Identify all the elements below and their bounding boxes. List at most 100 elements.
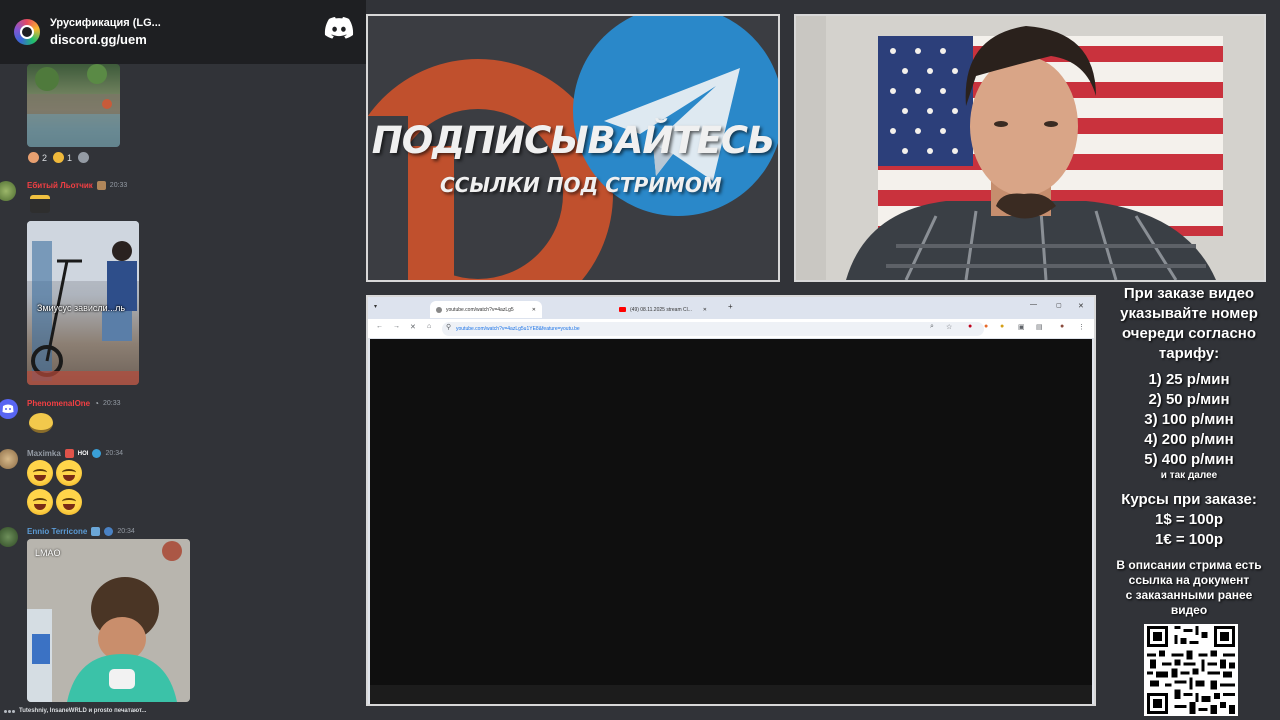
message-time: 20:33 <box>109 182 128 189</box>
close-window-icon[interactable]: ✕ <box>1078 302 1084 310</box>
server-icon[interactable] <box>14 19 40 45</box>
reaction-laugh[interactable]: 1 <box>53 152 72 163</box>
maximize-icon[interactable]: ▢ <box>1056 302 1062 309</box>
stop-loading-icon[interactable]: ✕ <box>410 323 416 331</box>
close-tab-icon[interactable]: ✕ <box>532 307 536 313</box>
info-desc-line: с заказанными ранее <box>1125 588 1253 602</box>
close-tab-icon[interactable]: ✕ <box>703 307 707 313</box>
chat-header: Урусификация (LG... discord.gg/uem <box>0 0 366 64</box>
extensions-puzzle-icon[interactable]: ▣ <box>1018 323 1025 331</box>
rate-line: 5) 400 р/мин <box>1144 451 1234 468</box>
info-heading-line: указывайте номер <box>1120 305 1258 322</box>
qr-code-icon <box>1144 624 1238 716</box>
gif-label: LMAO <box>35 548 61 558</box>
info-desc-line: видео <box>1170 603 1208 617</box>
server-name: Урусификация (LG... <box>50 16 161 29</box>
message-header: Ennio Terricone 20:34 <box>27 527 135 536</box>
fx-line: 1$ = 100р <box>1155 511 1223 528</box>
rate-etc: и так далее <box>1160 470 1218 481</box>
stream-layout: Урусификация (LG... discord.gg/uem 2 1 Е… <box>0 0 1280 720</box>
new-tab-icon[interactable]: + <box>728 302 733 311</box>
laughing-emoji-icon <box>27 489 53 515</box>
username[interactable]: PhenomenalOne <box>27 399 90 408</box>
sticker-emoji-icon <box>29 413 53 433</box>
status-strip <box>370 685 1092 704</box>
typing-indicator: Tuteshniy, InsaneWRLD и prosto печатают.… <box>4 708 146 714</box>
username[interactable]: Ебитый Льотчик <box>27 181 93 190</box>
back-icon[interactable]: ← <box>376 323 383 330</box>
info-heading-line: очереди согласно <box>1121 325 1257 342</box>
message-image-scooter[interactable]: Змиусус зависли...ль <box>27 221 139 385</box>
browser-window: ▾ youtube.com/watch?v=4azLg5 ✕ (49) 08.1… <box>366 295 1096 706</box>
message-time: 20:34 <box>117 528 135 535</box>
user-tag: HOI <box>77 450 89 457</box>
youtube-favicon-icon <box>619 307 626 312</box>
role-badge-icon <box>64 449 74 458</box>
loading-icon: ◔ <box>94 399 99 408</box>
info-heading-line: При заказе видео <box>1123 285 1255 302</box>
address-bar[interactable]: youtube.com/watch?v=4azLg5u1YE8&feature=… <box>442 322 984 336</box>
add-reaction-icon <box>78 152 90 163</box>
fx-line: 1€ = 100р <box>1155 531 1223 548</box>
tab-search-icon[interactable]: ▾ <box>374 303 377 310</box>
menu-kebab-icon[interactable]: ⋮ <box>1078 323 1085 331</box>
home-icon[interactable]: ⌂ <box>427 323 431 330</box>
role-badge-icon <box>96 181 106 190</box>
reaction-face[interactable]: 2 <box>28 152 47 163</box>
minimize-icon[interactable]: — <box>1030 301 1037 308</box>
nitro-badge-icon <box>104 527 114 536</box>
username[interactable]: Maximka <box>27 449 61 458</box>
fx-heading: Курсы при заказе: <box>1121 491 1257 508</box>
tab-youtube-stream[interactable]: (49) 08.11.2025 stream Cl... ✕ <box>613 301 713 318</box>
ublock-extension-icon[interactable]: ● <box>968 323 972 330</box>
avatar[interactable] <box>0 181 16 201</box>
promo-title: ПОДПИСЫВАЙТЕСЬ <box>371 119 775 162</box>
message-image-garden[interactable] <box>27 64 120 147</box>
price-info-panel: При заказе видео указывайте номер очеред… <box>1098 284 1280 618</box>
typing-dots-icon <box>4 709 15 713</box>
message-reactions: 2 1 <box>28 152 90 163</box>
page-viewport[interactable] <box>370 339 1092 685</box>
promo-banner: ПОДПИСЫВАЙТЕСЬ ССЫЛКИ ПОД СТРИМОМ <box>366 14 780 282</box>
face-emoji-icon <box>28 152 39 163</box>
message-gif-laughing-woman[interactable]: LMAO <box>27 539 190 702</box>
add-reaction-button[interactable] <box>78 152 90 163</box>
tab-bar: ▾ youtube.com/watch?v=4azLg5 ✕ (49) 08.1… <box>368 297 1094 319</box>
image-caption: Змиусус зависли...ль <box>37 303 126 313</box>
message-header: Ебитый Льотчик 20:33 <box>27 181 127 190</box>
info-desc-line: ссылка на документ <box>1128 573 1250 587</box>
username[interactable]: Ennio Terricone <box>27 527 87 536</box>
youtube-favicon-icon <box>436 306 442 313</box>
extension-icon[interactable]: ● <box>1000 323 1004 330</box>
sidebar-icon[interactable]: ▤ <box>1036 323 1043 331</box>
forward-icon[interactable]: → <box>393 323 400 330</box>
laughing-emoji-icon <box>56 460 82 486</box>
bookmark-star-icon[interactable]: ☆ <box>946 323 952 331</box>
rate-line: 4) 200 р/мин <box>1144 431 1234 448</box>
sticker-emoji-icon <box>30 195 50 213</box>
avatar[interactable] <box>0 399 18 419</box>
discord-logo-icon <box>324 17 354 39</box>
zoom-icon[interactable]: ⌕ <box>930 323 934 331</box>
laugh-emoji-icon <box>53 152 65 163</box>
info-desc-line: В описании стрима есть <box>1116 558 1262 572</box>
rate-line: 1) 25 р/мин <box>1148 371 1230 388</box>
tab-youtube-watch[interactable]: youtube.com/watch?v=4azLg5 ✕ <box>430 301 542 318</box>
avatar[interactable] <box>0 449 18 469</box>
extension-icon[interactable]: ● <box>984 323 988 330</box>
rate-line: 2) 50 р/мин <box>1148 391 1230 408</box>
site-info-icon[interactable]: ⚲ <box>446 323 451 331</box>
info-heading-line: тарифу: <box>1158 345 1220 362</box>
laughing-emoji-icon <box>27 460 53 486</box>
server-invite[interactable]: discord.gg/uem <box>50 31 161 49</box>
avatar[interactable] <box>0 527 18 547</box>
verified-icon <box>92 449 102 458</box>
message-time: 20:33 <box>102 400 121 407</box>
rate-line: 3) 100 р/мин <box>1144 411 1234 428</box>
laughing-emoji-icon <box>56 489 82 515</box>
promo-subtitle: ССЫЛКИ ПОД СТРИМОМ <box>440 173 722 197</box>
message-time: 20:34 <box>105 450 123 457</box>
url-text: youtube.com/watch?v=4azLg5u1YE8&feature=… <box>456 326 580 332</box>
profile-avatar-icon[interactable]: ● <box>1060 323 1064 330</box>
discord-chat-panel: Урусификация (LG... discord.gg/uem 2 1 Е… <box>0 0 366 720</box>
